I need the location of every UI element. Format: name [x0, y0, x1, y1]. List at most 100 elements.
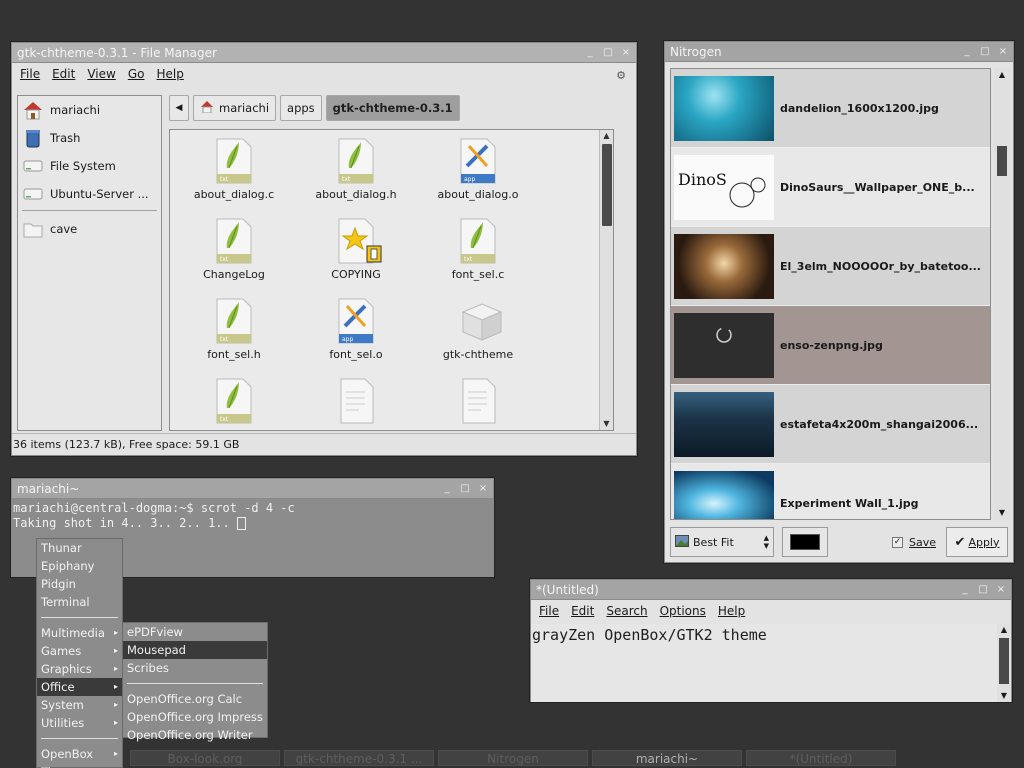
vertical-scrollbar[interactable]: ▲ ▼ [994, 68, 1010, 520]
scroll-up-icon[interactable]: ▲ [997, 624, 1011, 636]
svg-text:DinoS: DinoS [678, 170, 727, 189]
menu-item-label: ePDFview [127, 625, 183, 639]
nitrogen-titlebar[interactable]: Nitrogen _ □ × [665, 42, 1013, 62]
file-item[interactable]: txt font_sel.c [418, 218, 538, 281]
menu-item[interactable]: Pidgin [37, 575, 122, 593]
sidebar-item-cave[interactable]: cave [18, 215, 161, 243]
file-item[interactable]: txt [174, 378, 294, 428]
menu-item[interactable]: Terminal [37, 593, 122, 611]
path-back-button[interactable]: ◀ [169, 95, 189, 121]
taskbar-button[interactable]: Box-look.org [130, 750, 280, 766]
path-segment-apps[interactable]: apps [280, 95, 322, 121]
menu-file[interactable]: File [533, 600, 565, 622]
wallpaper-item[interactable]: DinoS DinoSaurs__Wallpaper_ONE_b... [671, 148, 990, 227]
close-button[interactable]: × [995, 580, 1007, 599]
menu-help[interactable]: Help [150, 63, 189, 85]
sidebar-item-ubuntu-server[interactable]: Ubuntu-Server ... [18, 180, 161, 208]
scrollbar-thumb[interactable] [999, 638, 1009, 684]
wallpaper-item[interactable]: dandelion_1600x1200.jpg [671, 69, 990, 148]
license-file-icon [337, 218, 382, 264]
menu-file[interactable]: File [14, 63, 46, 85]
file-item[interactable]: txt ChangeLog [174, 218, 294, 281]
wallpaper-item[interactable]: El_3elm_NOOOOOr_by_batetoo... [671, 227, 990, 306]
scroll-down-icon[interactable]: ▼ [600, 418, 613, 430]
maximize-button[interactable]: □ [459, 479, 471, 498]
menu-item[interactable]: Multimedia ▸ [37, 624, 122, 642]
terminal-titlebar[interactable]: mariachi~ _ □ × [12, 479, 493, 499]
menu-item[interactable]: Thunar [37, 539, 122, 557]
minimize-button[interactable]: _ [959, 580, 971, 599]
file-item[interactable]: COPYING [296, 218, 416, 281]
menu-options[interactable]: Options [654, 600, 712, 622]
menu-search[interactable]: Search [600, 600, 653, 622]
menu-item[interactable]: OpenOffice.org Impress [123, 708, 267, 726]
menu-edit[interactable]: Edit [46, 63, 81, 85]
taskbar-button[interactable]: *(Untitled) [746, 750, 896, 766]
file-item[interactable]: txt font_sel.h [174, 298, 294, 361]
scrollbar-thumb[interactable] [602, 144, 612, 226]
menu-item[interactable]: OpenOffice.org Writer [123, 726, 267, 744]
wallpaper-item[interactable]: estafeta4x200m_shangai2006... [671, 385, 990, 464]
menu-item[interactable]: Office ▸ [37, 678, 122, 696]
sidebar-item-trash[interactable]: Trash [18, 124, 161, 152]
submenu-arrow-icon: ▸ [113, 749, 118, 758]
sidebar-separator [22, 210, 157, 211]
maximize-button[interactable]: □ [602, 43, 614, 62]
scroll-down-icon[interactable]: ▼ [997, 690, 1011, 702]
file-item[interactable] [296, 378, 416, 428]
path-segment-home[interactable]: mariachi [193, 95, 277, 121]
taskbar-button[interactable]: gtk-chtheme-0.3.1 ... [284, 750, 434, 766]
taskbar-button[interactable]: mariachi~ [592, 750, 742, 766]
vertical-scrollbar[interactable]: ▲ ▼ [599, 130, 613, 430]
menu-item[interactable]: System ▸ [37, 696, 122, 714]
sidebar-item-filesystem[interactable]: File System [18, 152, 161, 180]
menu-help[interactable]: Help [712, 600, 751, 622]
sidebar-item-home[interactable]: mariachi [18, 96, 161, 124]
text-editor[interactable]: grayZen OpenBox/GTK2 theme [531, 624, 997, 702]
scroll-up-icon[interactable]: ▲ [994, 68, 1010, 82]
scroll-down-icon[interactable]: ▼ [994, 506, 1010, 520]
close-button[interactable]: × [997, 42, 1009, 61]
menu-view[interactable]: View [81, 63, 121, 85]
mousepad-titlebar[interactable]: *(Untitled) _ □ × [531, 580, 1011, 600]
save-checkbox[interactable]: ✓ Save [892, 536, 936, 549]
menu-item[interactable]: Graphics ▸ [37, 660, 122, 678]
menu-go[interactable]: Go [122, 63, 151, 85]
file-manager-titlebar[interactable]: gtk-chtheme-0.3.1 - File Manager _ □ × [12, 43, 636, 63]
menu-item[interactable]: ePDFview [123, 623, 267, 641]
file-item[interactable]: txt about_dialog.h [296, 138, 416, 201]
menu-edit[interactable]: Edit [565, 600, 600, 622]
menu-item[interactable]: Epiphany [37, 557, 122, 575]
wallpaper-filename: Experiment Wall_1.jpg [780, 496, 919, 510]
wallpaper-item[interactable]: enso-zenpng.jpg [671, 306, 990, 385]
path-segment-current[interactable]: gtk-chtheme-0.3.1 [325, 95, 460, 121]
file-item[interactable]: txt about_dialog.c [174, 138, 294, 201]
file-item[interactable]: app about_dialog.o [418, 138, 538, 201]
minimize-button[interactable]: _ [584, 43, 596, 62]
maximize-button[interactable]: □ [977, 580, 989, 599]
menu-item[interactable]: Games ▸ [37, 642, 122, 660]
close-button[interactable]: × [477, 479, 489, 498]
taskbar-button[interactable]: Nitrogen [438, 750, 588, 766]
menu-item[interactable]: Utilities ▸ [37, 714, 122, 732]
terminal-output[interactable]: mariachi@central-dogma:~$ scrot -d 4 -c T… [12, 499, 493, 533]
file-item[interactable] [418, 378, 538, 428]
scrollbar-thumb[interactable] [997, 146, 1007, 176]
fit-mode-select[interactable]: Best Fit ▲ ▼ [670, 527, 774, 557]
menu-item[interactable]: OpenBox ▸ [37, 745, 122, 763]
vertical-scrollbar[interactable]: ▲ ▼ [997, 624, 1011, 702]
file-item[interactable]: app font_sel.o [296, 298, 416, 361]
menu-item[interactable]: Mousepad [123, 641, 267, 659]
apply-button[interactable]: ✔ Apply [946, 527, 1009, 557]
menu-item[interactable]: OpenOffice.org Calc [123, 690, 267, 708]
file-item[interactable]: gtk-chtheme [418, 298, 538, 361]
close-button[interactable]: × [620, 43, 632, 62]
maximize-button[interactable]: □ [979, 42, 991, 61]
menu-item[interactable]: Scribes [123, 659, 267, 677]
menu-item[interactable]: Time▸ [37, 763, 122, 768]
wallpaper-item[interactable]: Experiment Wall_1.jpg [671, 464, 990, 519]
background-color-button[interactable] [782, 527, 828, 557]
minimize-button[interactable]: _ [441, 479, 453, 498]
scroll-up-icon[interactable]: ▲ [600, 130, 613, 142]
minimize-button[interactable]: _ [961, 42, 973, 61]
